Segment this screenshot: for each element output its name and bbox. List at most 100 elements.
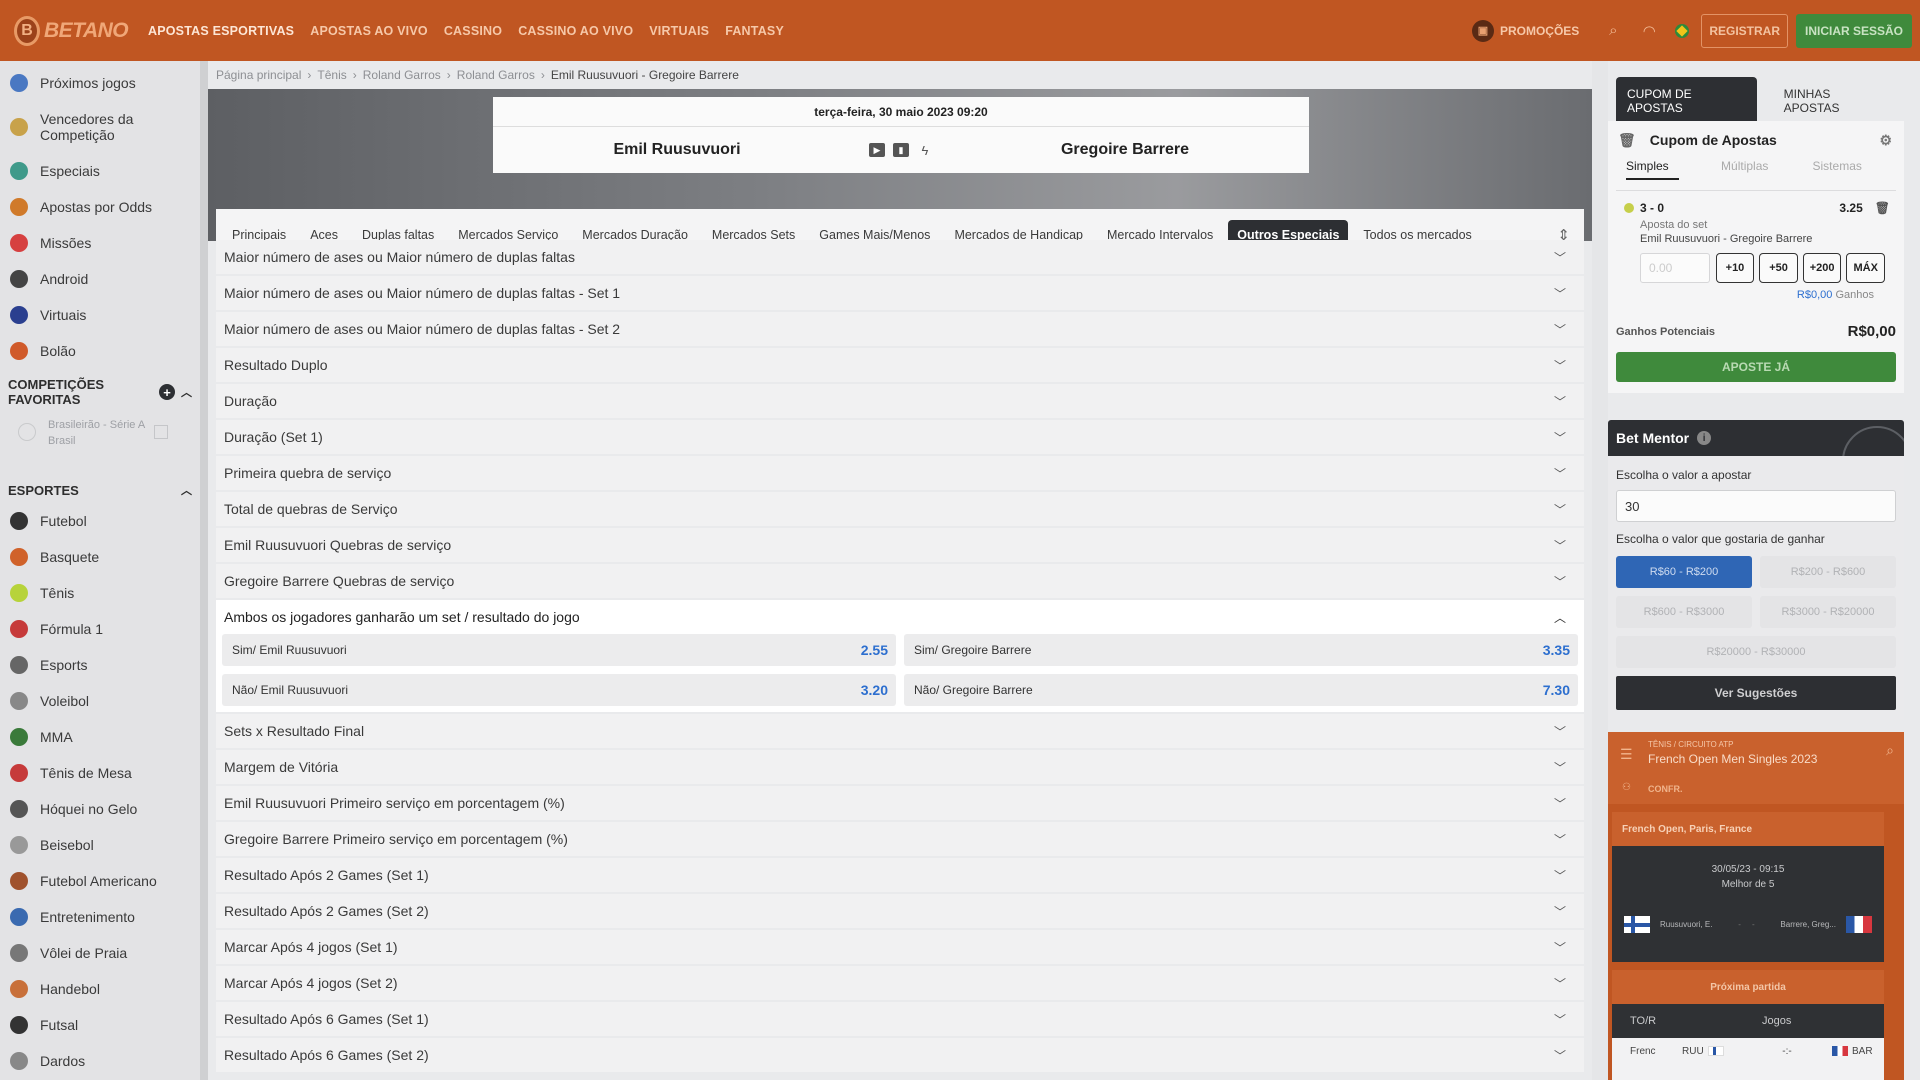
market-row[interactable]: Resultado Duplo ﹀ — [216, 348, 1584, 382]
sidebar-sport-handebol[interactable]: Handebol — [0, 971, 200, 1007]
chevron-down-icon[interactable]: ﹀ — [1554, 501, 1566, 518]
chevron-down-icon[interactable]: ﹀ — [1554, 357, 1566, 374]
sidebar-sport-futebol[interactable]: Futebol — [0, 503, 200, 539]
quick-stake-200[interactable]: +200 — [1802, 253, 1842, 283]
sidebar-item-virtuais[interactable]: Virtuais — [0, 297, 200, 333]
market-row[interactable]: Sets x Resultado Final ﹀ — [216, 714, 1584, 748]
win-range-option[interactable]: R$20000 - R$30000 — [1616, 636, 1896, 668]
place-bet-button[interactable]: APOSTE JÁ — [1616, 352, 1896, 382]
nav-apostas-esportivas[interactable]: APOSTAS ESPORTIVAS — [148, 24, 294, 38]
odd-button[interactable]: Não/ Gregoire Barrere 7.30 — [904, 674, 1578, 706]
tab-sistemas[interactable]: Sistemas — [1813, 159, 1904, 180]
lightning-icon[interactable]: ϟ — [917, 143, 933, 158]
market-row[interactable]: Maior número de ases ou Maior número de … — [216, 240, 1584, 274]
chevron-down-icon[interactable]: ﹀ — [1554, 537, 1566, 554]
sidebar-sport-beisebol[interactable]: Beisebol — [0, 827, 200, 863]
tab-simples[interactable]: Simples — [1626, 159, 1680, 180]
chevron-down-icon[interactable]: ﹀ — [1554, 393, 1566, 410]
video-icon[interactable]: ▶ — [869, 143, 885, 157]
headset-icon[interactable]: ◠ — [1639, 21, 1659, 41]
market-row[interactable]: Gregoire Barrere Quebras de serviço ﹀ — [216, 564, 1584, 598]
odd-button[interactable]: Não/ Emil Ruusuvuori 3.20 — [222, 674, 896, 706]
see-suggestions-button[interactable]: Ver Sugestões — [1616, 676, 1896, 710]
crumb-home[interactable]: Página principal — [216, 68, 301, 82]
nav-apostas-ao-vivo[interactable]: APOSTAS AO VIVO — [310, 24, 428, 38]
chevron-down-icon[interactable]: ﹀ — [1554, 759, 1566, 776]
market-row[interactable]: Primeira quebra de serviço ﹀ — [216, 456, 1584, 490]
market-row[interactable]: Emil Ruusuvuori Primeiro serviço em porc… — [216, 786, 1584, 820]
nav-virtuais[interactable]: VIRTUAIS — [649, 24, 709, 38]
sidebar-sport-futsal[interactable]: Futsal — [0, 1007, 200, 1043]
crumb-tennis[interactable]: Tênis — [317, 68, 346, 82]
market-row[interactable]: Maior número de ases ou Maior número de … — [216, 276, 1584, 310]
chevron-down-icon[interactable]: ﹀ — [1554, 465, 1566, 482]
odd-button[interactable]: Sim/ Emil Ruusuvuori 2.55 — [222, 634, 896, 666]
tab-multiplas[interactable]: Múltiplas — [1721, 159, 1812, 180]
trash-icon[interactable]: 🗑 — [1618, 132, 1636, 149]
nav-cassino-ao-vivo[interactable]: CASSINO AO VIVO — [518, 24, 633, 38]
chevron-down-icon[interactable]: ﹀ — [1554, 795, 1566, 812]
settings-icon[interactable]: ⚙ — [1879, 132, 1892, 149]
mentor-stake-input[interactable]: 30 — [1616, 490, 1896, 522]
crumb-roland-garros[interactable]: Roland Garros — [363, 68, 441, 82]
market-row[interactable]: Resultado Após 6 Games (Set 2) ﹀ — [216, 1038, 1584, 1072]
odd-button[interactable]: Sim/ Gregoire Barrere 3.35 — [904, 634, 1578, 666]
market-row[interactable]: Total de quebras de Serviço ﹀ — [216, 492, 1584, 526]
sidebar-sport-dardos[interactable]: Dardos — [0, 1043, 200, 1079]
widget-search-icon[interactable]: ⌕ — [1886, 742, 1894, 759]
chevron-down-icon[interactable]: ﹀ — [1554, 321, 1566, 338]
register-button[interactable]: REGISTRAR — [1701, 13, 1788, 48]
favorites-section-header[interactable]: COMPETIÇÕES FAVORITAS + ︿ — [0, 377, 200, 407]
market-row[interactable]: Maior número de ases ou Maior número de … — [216, 312, 1584, 346]
win-range-option[interactable]: R$600 - R$3000 — [1616, 596, 1752, 628]
chevron-down-icon[interactable]: ﹀ — [1554, 723, 1566, 740]
chevron-down-icon[interactable]: ﹀ — [1554, 285, 1566, 302]
sidebar-sport-tenis[interactable]: Tênis — [0, 575, 200, 611]
sidebar-sport-futebol-americano[interactable]: Futebol Americano — [0, 863, 200, 899]
sidebar-sport-mma[interactable]: MMA — [0, 719, 200, 755]
brazil-flag-icon[interactable] — [1675, 23, 1690, 38]
win-range-option[interactable]: R$3000 - R$20000 — [1760, 596, 1896, 628]
favorite-competition[interactable]: Brasileirão - Série A Brasil — [8, 417, 184, 457]
sidebar-sport-voleibol[interactable]: Voleibol — [0, 683, 200, 719]
chevron-down-icon[interactable]: ﹀ — [1554, 573, 1566, 590]
sidebar-sport-tenis-de-mesa[interactable]: Tênis de Mesa — [0, 755, 200, 791]
collapse-sports-icon[interactable]: ︿ — [181, 482, 192, 498]
sidebar-sport-hoquei-no-gelo[interactable]: Hóquei no Gelo — [0, 791, 200, 827]
chevron-down-icon[interactable]: ﹀ — [1554, 939, 1566, 956]
widget-conf[interactable]: CONFR. — [1648, 784, 1683, 794]
sidebar-sport-entretenimento[interactable]: Entretenimento — [0, 899, 200, 935]
sidebar-item-missoes[interactable]: Missões — [0, 225, 200, 261]
market-row[interactable]: Margem de Vitória ﹀ — [216, 750, 1584, 784]
main-scrollbar[interactable] — [1592, 61, 1608, 1080]
sidebar-item-especiais[interactable]: Especiais — [0, 153, 200, 189]
sidebar-item-android[interactable]: Android — [0, 261, 200, 297]
crumb-roland-garros-2[interactable]: Roland Garros — [457, 68, 535, 82]
stake-input[interactable]: 0.00 — [1640, 253, 1710, 283]
stats-icon[interactable]: ▮ — [893, 143, 909, 157]
search-icon[interactable]: ⌕ — [1603, 21, 1623, 41]
tab-betslip[interactable]: CUPOM DE APOSTAS — [1616, 77, 1757, 125]
quick-stake-max[interactable]: MÁX — [1846, 253, 1885, 283]
market-row[interactable]: Gregoire Barrere Primeiro serviço em por… — [216, 822, 1584, 856]
market-row[interactable]: Marcar Após 4 jogos (Set 2) ﹀ — [216, 966, 1584, 1000]
market-row[interactable]: Resultado Após 2 Games (Set 1) ﹀ — [216, 858, 1584, 892]
sidebar-item-vencedores-da-competicao[interactable]: Vencedores da Competição — [0, 101, 200, 153]
sidebar-item-proximos-jogos[interactable]: Próximos jogos — [0, 65, 200, 101]
chevron-down-icon[interactable]: ﹀ — [1554, 903, 1566, 920]
info-icon[interactable]: i — [1697, 431, 1712, 445]
win-range-option[interactable]: R$200 - R$600 — [1760, 556, 1896, 588]
sidebar-sport-formula-1[interactable]: Fórmula 1 — [0, 611, 200, 647]
quick-stake-50[interactable]: +50 — [1759, 253, 1798, 283]
market-row[interactable]: Emil Ruusuvuori Quebras de serviço ﹀ — [216, 528, 1584, 562]
chevron-down-icon[interactable]: ﹀ — [1554, 1047, 1566, 1064]
promotions-link[interactable]: ▣ PROMOÇÕES — [1471, 19, 1579, 42]
chevron-down-icon[interactable]: ﹀ — [1554, 1011, 1566, 1028]
win-range-option[interactable]: R$60 - R$200 — [1616, 556, 1752, 588]
sidebar-scrollbar[interactable] — [200, 61, 208, 1080]
favorite-checkbox[interactable] — [154, 425, 168, 439]
chevron-down-icon[interactable]: ﹀ — [1554, 831, 1566, 848]
market-header[interactable]: Ambos os jogadores ganharão um set / res… — [222, 600, 1578, 634]
chevron-up-icon[interactable]: ︿ — [1554, 609, 1566, 626]
sidebar-item-bolao[interactable]: Bolão — [0, 333, 200, 369]
